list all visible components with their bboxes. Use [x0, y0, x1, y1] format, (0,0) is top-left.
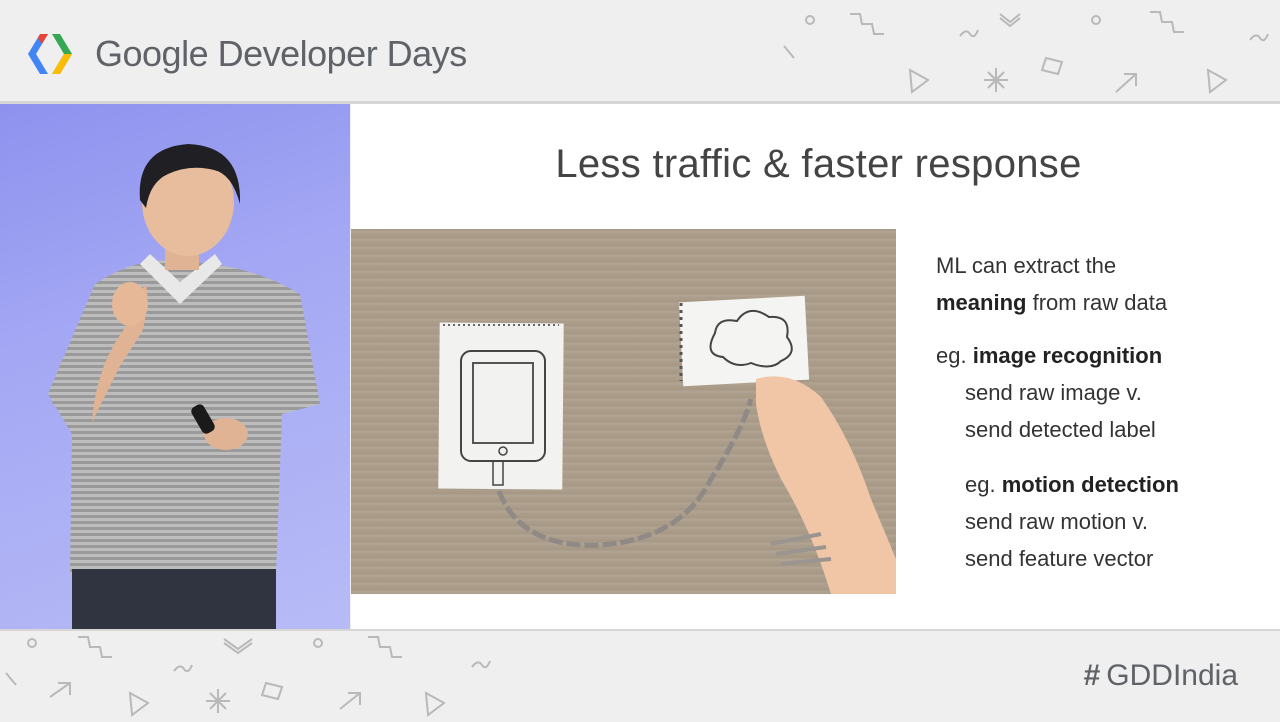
doodle-icons: [5, 636, 491, 717]
ml-line-2-rest: from raw data: [1026, 290, 1168, 315]
eg2-heading: motion detection: [1001, 472, 1179, 497]
event-hashtag: # GDDIndia: [1084, 659, 1238, 693]
brand-title: Google Developer Days: [95, 33, 467, 74]
slide-photo: [351, 229, 896, 594]
ml-line-1: ML can extract the: [936, 253, 1117, 278]
doodle-icons: [783, 11, 1269, 94]
ml-explanation: ML can extract the meaning from raw data: [936, 247, 1167, 321]
example-motion-detection: eg. motion detection send raw motion v. …: [965, 466, 1179, 577]
presentation-slide: Less traffic & faster response ML can ex…: [351, 104, 1280, 629]
eg1-line-3: send detected label: [965, 417, 1156, 442]
example-image-recognition: eg. image recognition: [936, 337, 1162, 374]
hashtag-text: GDDIndia: [1106, 659, 1238, 692]
eg1-prefix: eg.: [936, 343, 973, 368]
speaker-figure: [48, 144, 320, 629]
eg1-heading: image recognition: [972, 343, 1163, 368]
speaker-video: [0, 104, 350, 629]
ml-meaning-bold: meaning: [936, 290, 1027, 315]
slide-title: Less traffic & faster response: [555, 142, 1082, 186]
gdd-logo-icon: [28, 34, 72, 74]
hashtag-icon: #: [1083, 659, 1101, 692]
eg1-line-2: send raw image v.: [965, 380, 1142, 405]
eg2-prefix: eg.: [965, 472, 1002, 497]
eg2-line-2: send raw motion v.: [965, 509, 1149, 534]
top-banner: Google Developer Days: [0, 0, 1280, 103]
bottom-banner: # GDDIndia: [0, 629, 1280, 722]
eg2-line-3: send feature vector: [965, 546, 1154, 571]
